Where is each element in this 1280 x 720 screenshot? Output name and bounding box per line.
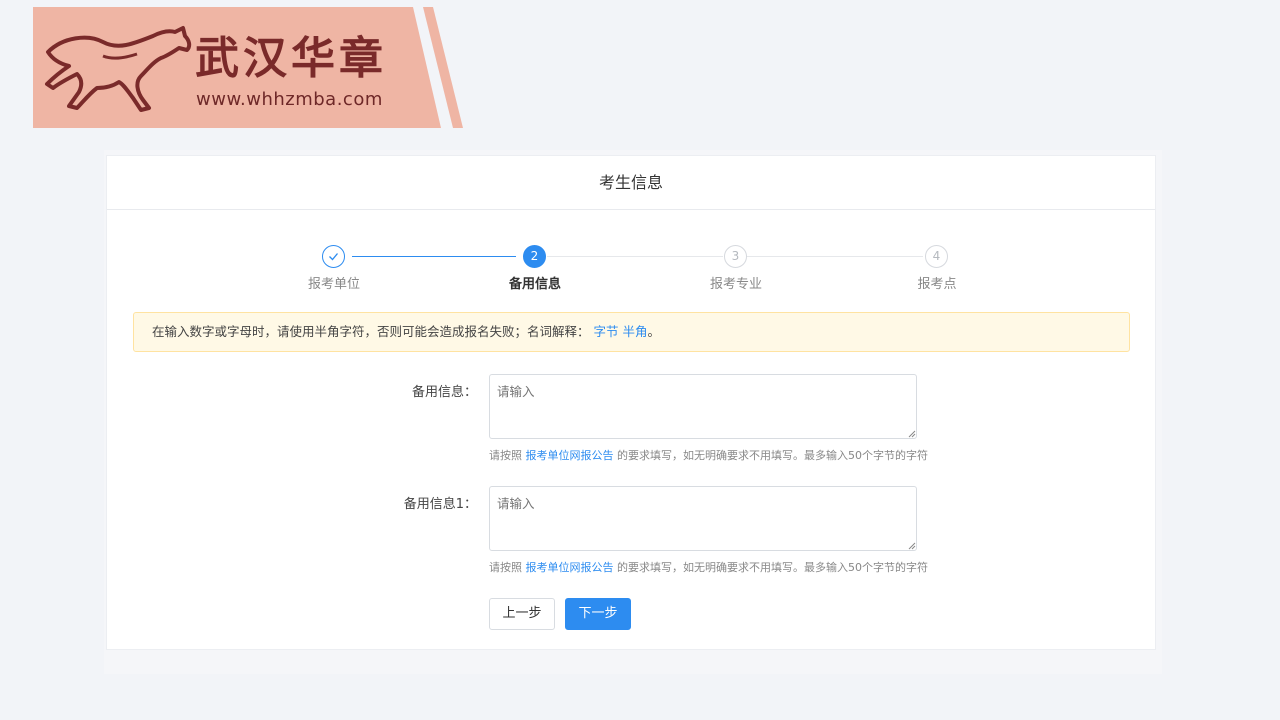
step-3-circle: 3 — [724, 245, 747, 268]
hint-prefix: 请按照 — [489, 561, 522, 574]
hint-suffix: 的要求填写，如无明确要求不用填写。最多输入50个字节的字符 — [617, 561, 928, 574]
notice-link-halfwidth[interactable]: 半角 — [623, 324, 648, 339]
step-connector-1 — [352, 256, 516, 257]
hint-suffix: 的要求填写，如无明确要求不用填写。最多输入50个字节的字符 — [617, 449, 928, 462]
notice-text: 在输入数字或字母时，请使用半角字符，否则可能会造成报名失败；名词解释： — [152, 324, 590, 339]
prev-step-button[interactable]: 上一步 — [489, 598, 555, 630]
step-1-circle — [322, 245, 345, 268]
step-2-label: 备用信息 — [508, 277, 561, 292]
announcement-link[interactable]: 报考单位网报公告 — [526, 449, 614, 462]
form-card: 考生信息 2 3 4 报考单位 备用信息 报考专业 报考点 在输入数字或字母时，… — [106, 155, 1156, 650]
step-4-circle: 4 — [925, 245, 948, 268]
resize-grip-icon[interactable] — [908, 542, 916, 550]
step-1-label: 报考单位 — [307, 277, 360, 292]
field-2-hint: 请按照 报考单位网报公告 的要求填写，如无明确要求不用填写。最多输入50个字节的… — [489, 559, 928, 575]
step-connector-2 — [547, 256, 723, 257]
field-2-label: 备用信息1： — [403, 497, 477, 512]
field-1-label: 备用信息： — [411, 385, 477, 400]
steps-progress: 2 3 4 报考单位 备用信息 报考专业 报考点 — [107, 156, 1155, 306]
notice-link-byte[interactable]: 字节 — [594, 324, 619, 339]
step-connector-3 — [747, 256, 923, 257]
next-step-button[interactable]: 下一步 — [565, 598, 631, 630]
announcement-link[interactable]: 报考单位网报公告 — [526, 561, 614, 574]
backup-info-textarea[interactable] — [489, 374, 917, 439]
step-2-circle: 2 — [523, 245, 546, 268]
backup-info-1-textarea[interactable] — [489, 486, 917, 551]
resize-grip-icon[interactable] — [908, 430, 916, 438]
brand-url: www.whhzmba.com — [196, 89, 383, 110]
step-4-label: 报考点 — [917, 277, 957, 292]
brand-title: 武汉华章 — [195, 33, 387, 84]
brand-banner: 武汉华章 www.whhzmba.com — [33, 7, 463, 128]
halfwidth-notice: 在输入数字或字母时，请使用半角字符，否则可能会造成报名失败；名词解释： 字节 半… — [133, 312, 1130, 352]
field-1-hint: 请按照 报考单位网报公告 的要求填写，如无明确要求不用填写。最多输入50个字节的… — [489, 447, 928, 463]
hint-prefix: 请按照 — [489, 449, 522, 462]
step-3-label: 报考专业 — [709, 277, 762, 292]
running-horse-icon — [45, 26, 192, 112]
notice-suffix: 。 — [647, 324, 661, 339]
check-icon — [329, 253, 338, 261]
